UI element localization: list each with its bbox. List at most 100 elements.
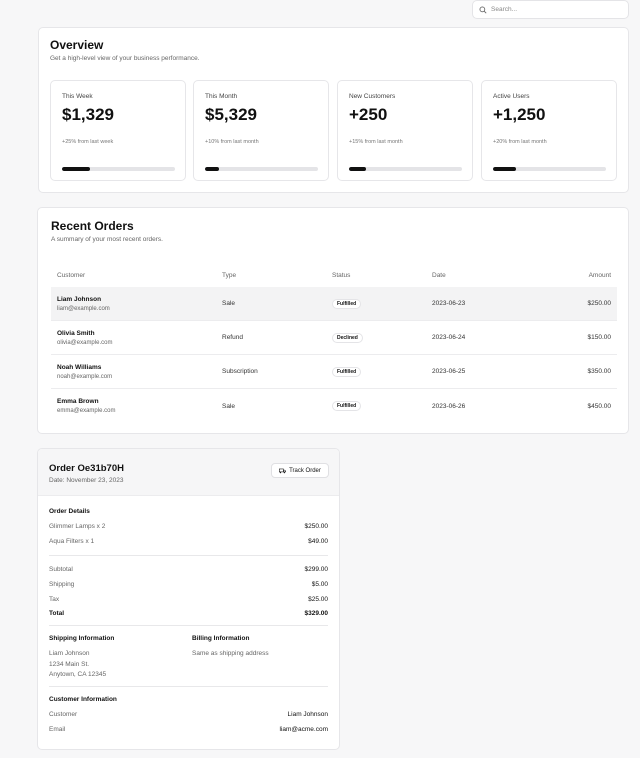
customer-name: Olivia Smith [57, 329, 95, 337]
stat-progress-fill [62, 167, 91, 171]
line-item: Glimmer Lamps x 2 $250.00 [49, 523, 328, 530]
order-title: Order Oe31b70H [49, 463, 124, 474]
order-type: Sale [222, 300, 236, 307]
column-header-date: Date [432, 272, 446, 279]
column-header-amount: Amount [588, 272, 611, 279]
order-type: Subscription [222, 368, 258, 375]
stat-card-this-month: This Month $5,329 +10% from last month [193, 80, 329, 181]
stat-progress-fill [493, 167, 516, 171]
order-date: 2023-06-24 [432, 334, 466, 341]
shipping-label: Shipping [49, 581, 75, 588]
order-details-heading: Order Details [49, 508, 90, 515]
order-amount: $350.00 [587, 368, 612, 375]
customer-email: olivia@example.com [57, 339, 113, 346]
stat-card-this-week: This Week $1,329 +25% from last week [50, 80, 186, 181]
customer-email: emma@example.com [57, 408, 116, 414]
line-item-label: Aqua Filters x 1 [49, 538, 95, 545]
order-date: Date: November 23, 2023 [49, 477, 124, 484]
overview-title: Overview [50, 38, 104, 52]
order-date: 2023-06-23 [432, 300, 466, 307]
line-item: Aqua Filters x 1 $49.00 [49, 538, 328, 545]
tax-label: Tax [49, 596, 60, 603]
stat-progress-bar [349, 167, 462, 171]
shipping-address: Liam Johnson 1234 Main St. Anytown, CA 1… [49, 649, 106, 681]
order-amount: $250.00 [587, 300, 612, 307]
status-badge: Fulfilled [332, 298, 362, 309]
subtotal-row: Subtotal $299.00 [49, 566, 328, 573]
address-line: Liam Johnson [49, 650, 90, 657]
recent-orders-title: Recent Orders [51, 219, 134, 233]
table-row[interactable]: Emma Brown emma@example.com Sale Fulfille… [51, 389, 617, 423]
customer-name: Liam Johnson [57, 295, 102, 303]
divider [49, 686, 328, 687]
divider [49, 625, 328, 626]
stat-change: +10% from last month [205, 139, 259, 145]
email-label: Email [49, 726, 66, 733]
order-date: 2023-06-26 [432, 402, 466, 410]
total-label: Total [49, 610, 65, 617]
stat-progress-bar [62, 167, 175, 171]
billing-text: Same as shipping address [192, 650, 269, 657]
tax-value: $25.00 [308, 596, 328, 603]
status-badge: Declined [332, 332, 363, 343]
status-badge: Fulfilled [332, 366, 362, 377]
table-row[interactable]: Noah Williams noah@example.com Subscripti… [51, 355, 617, 389]
column-header-customer: Customer [57, 272, 86, 279]
order-amount: $150.00 [587, 334, 612, 341]
order-type: Sale [222, 402, 236, 410]
shipping-info-heading: Shipping Information [49, 635, 115, 642]
line-item-price: $250.00 [304, 523, 329, 530]
line-item-price: $49.00 [308, 538, 328, 545]
customer-email: noah@example.com [57, 373, 113, 380]
stat-progress-fill [349, 167, 366, 171]
stat-value: +250 [349, 105, 388, 124]
customer-value: Liam Johnson [287, 711, 328, 718]
billing-info-heading: Billing Information [192, 635, 250, 642]
stat-label: This Week [62, 93, 93, 100]
shipping-value: $5.00 [311, 581, 328, 588]
status-badge: Fulfilled [332, 401, 362, 411]
stat-card-active-users: Active Users +1,250 +20% from last month [481, 80, 617, 181]
order-type: Refund [222, 334, 243, 341]
line-item-label: Glimmer Lamps x 2 [49, 523, 106, 530]
stat-value: +1,250 [493, 105, 546, 124]
stat-label: Active Users [493, 93, 530, 100]
customer-name: Emma Brown [57, 398, 99, 405]
customer-email: liam@example.com [57, 305, 110, 312]
stat-progress-fill [205, 167, 219, 171]
total-value: $329.00 [304, 610, 329, 617]
address-line: 1234 Main St. [49, 660, 90, 668]
customer-name: Noah Williams [57, 363, 102, 371]
search-input[interactable] [491, 6, 621, 13]
stat-change: +20% from last month [493, 139, 547, 145]
column-header-status: Status [332, 272, 351, 279]
total-row: Total $329.00 [49, 610, 328, 617]
subtotal-value: $299.00 [304, 566, 329, 573]
customer-label: Customer [49, 711, 78, 718]
email-value[interactable]: liam@acme.com [280, 726, 329, 733]
stat-progress-bar [493, 167, 606, 171]
table-row[interactable]: Liam Johnson liam@example.com Sale Fulfil… [51, 287, 617, 321]
shipping-row: Shipping $5.00 [49, 581, 328, 588]
customer-row: Customer Liam Johnson [49, 711, 328, 718]
stat-value: $5,329 [205, 105, 257, 124]
track-order-button[interactable]: Track Order [271, 463, 329, 478]
search-icon [479, 6, 487, 14]
order-detail-card: Order Oe31b70H Date: November 23, 2023 T… [37, 448, 340, 750]
search-box[interactable] [472, 0, 629, 19]
orders-table-header: Customer Type Status Date Amount [51, 262, 617, 290]
tax-row: Tax $25.00 [49, 596, 328, 603]
column-header-type: Type [222, 272, 237, 279]
divider [49, 555, 328, 556]
stat-change: +25% from last week [62, 139, 114, 145]
overview-subtitle: Get a high-level view of your business p… [50, 55, 200, 62]
stat-progress-bar [205, 167, 318, 171]
overview-card: Overview Get a high-level view of your b… [38, 27, 629, 193]
track-order-label: Track Order [289, 467, 321, 474]
table-row[interactable]: Olivia Smith olivia@example.com Refund De… [51, 321, 617, 355]
customer-info-heading: Customer Information [49, 696, 117, 703]
subtotal-label: Subtotal [49, 566, 73, 573]
stat-label: This Month [205, 93, 238, 100]
stat-change: +15% from last month [349, 139, 403, 145]
order-date: 2023-06-25 [432, 368, 466, 375]
